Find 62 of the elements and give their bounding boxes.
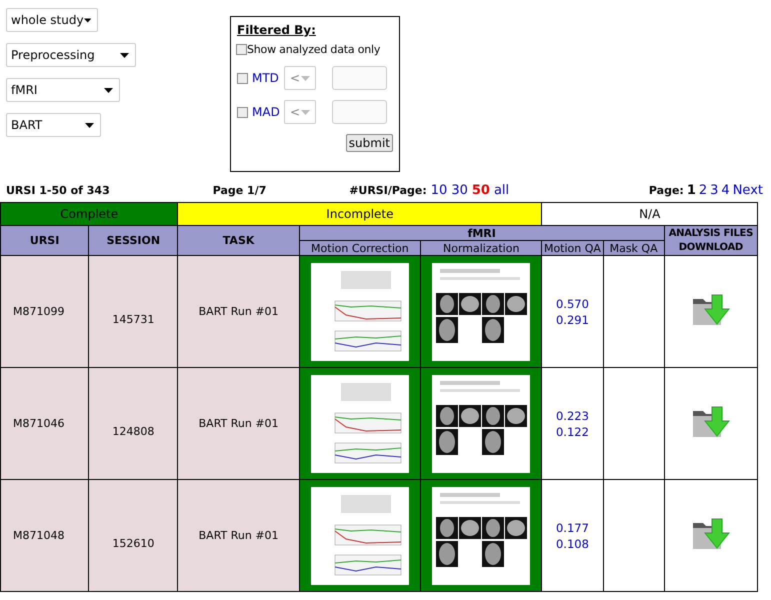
page-link[interactable]: 2 xyxy=(698,182,708,198)
pages-label: Page: xyxy=(648,184,684,196)
dropdown[interactable]: fMRI xyxy=(6,78,120,102)
checkbox-label: Show analyzed data only xyxy=(247,43,380,56)
table-cell: M871048 xyxy=(0,480,89,592)
page-indicator: Page 1/7 xyxy=(212,184,268,196)
table-cell: BART Run #01 xyxy=(178,368,300,480)
caret-icon xyxy=(84,18,91,22)
filter-title: Filtered By: xyxy=(237,23,317,37)
per-page-link[interactable]: 30 xyxy=(451,182,468,198)
table-cell: 124808 xyxy=(88,368,178,480)
value-field[interactable] xyxy=(332,66,387,90)
table-cell: M871046 xyxy=(0,368,89,480)
column-header: TASK xyxy=(178,226,300,256)
folder-download-icon[interactable] xyxy=(692,517,730,551)
caret-icon xyxy=(301,110,310,114)
column-header: Motion QA xyxy=(542,240,604,256)
table-cell: BART Run #01 xyxy=(178,480,300,592)
result-range: URSI 1-50 of 343 xyxy=(6,184,111,196)
column-header: Motion Correction xyxy=(299,240,421,256)
per-page-link[interactable]: 50 xyxy=(472,182,490,198)
operator-dropdown[interactable]: < xyxy=(284,66,316,90)
dropdown[interactable]: whole study xyxy=(6,8,98,32)
page-link[interactable]: 3 xyxy=(710,182,718,198)
page-link[interactable]: Next xyxy=(732,182,763,198)
caret-icon xyxy=(104,88,113,92)
operator-dropdown[interactable]: < xyxy=(284,100,316,124)
checkbox[interactable] xyxy=(236,44,247,55)
caret-icon xyxy=(85,122,94,128)
criterion-label: MAD xyxy=(252,105,280,119)
column-group-header: fMRI xyxy=(299,226,664,240)
folder-download-icon[interactable] xyxy=(692,293,730,327)
table-cell: M871099 xyxy=(0,256,89,368)
checkbox[interactable] xyxy=(237,106,248,118)
table-cell: 145731 xyxy=(88,256,178,368)
motion-qa-values: 0.570 0.291 xyxy=(556,296,589,328)
column-header: Normalization xyxy=(420,240,542,256)
column-header: URSI xyxy=(0,226,89,256)
per-page-link[interactable]: 10 xyxy=(430,182,448,198)
criterion-label: MTD xyxy=(252,71,280,85)
status-legend: N/A xyxy=(542,202,758,226)
value-field[interactable] xyxy=(332,100,387,124)
per-page-label: #URSI/Page: xyxy=(349,184,427,196)
dropdown[interactable]: BART xyxy=(6,113,101,137)
motion-qa-values: 0.177 0.108 xyxy=(556,520,589,552)
motion-qa-values: 0.223 0.122 xyxy=(556,408,589,440)
folder-download-icon[interactable] xyxy=(692,405,730,439)
checkbox[interactable] xyxy=(237,72,248,84)
column-header: SESSION xyxy=(88,226,178,256)
column-header: ANALYSIS FILES DOWNLOAD xyxy=(664,226,758,256)
caret-icon xyxy=(301,76,310,80)
status-legend: Complete xyxy=(0,202,178,226)
submit-button[interactable]: submit xyxy=(346,134,393,152)
status-legend: Incomplete xyxy=(178,202,542,226)
dropdown[interactable]: Preprocessing xyxy=(6,43,136,67)
table-cell: 152610 xyxy=(88,480,178,592)
page-link[interactable]: 1 xyxy=(686,182,696,198)
per-page-link[interactable]: all xyxy=(494,182,510,198)
page-link[interactable]: 4 xyxy=(721,182,730,198)
caret-icon xyxy=(120,52,129,58)
table-cell: BART Run #01 xyxy=(178,256,300,368)
column-header: Mask QA xyxy=(603,240,664,256)
